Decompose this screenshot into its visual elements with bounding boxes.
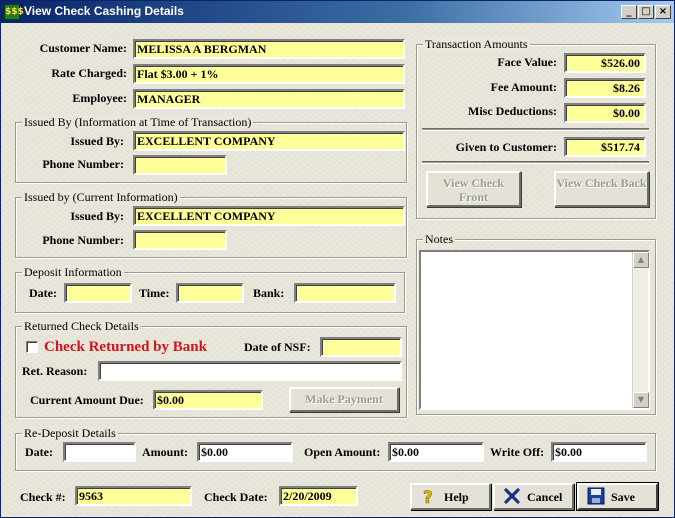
given-to-customer-field[interactable]: $517.74 bbox=[564, 137, 646, 157]
scroll-down-arrow-icon[interactable]: ▼ bbox=[633, 392, 649, 408]
returned-by-bank-label[interactable]: Check Returned by Bank bbox=[44, 339, 207, 356]
amount-due-field[interactable]: $0.00 bbox=[153, 390, 263, 410]
help-button[interactable]: ? Help bbox=[410, 483, 491, 510]
save-button[interactable]: Save bbox=[577, 483, 658, 510]
open-amount-label: Open Amount: bbox=[304, 445, 381, 459]
help-button-label: Help bbox=[444, 490, 469, 504]
redeposit-legend: Re-Deposit Details bbox=[22, 426, 118, 441]
returned-by-bank-checkbox[interactable] bbox=[26, 341, 38, 353]
redeposit-amount-field[interactable]: $0.00 bbox=[197, 442, 293, 462]
nsf-date-field[interactable] bbox=[320, 337, 402, 357]
make-payment-button[interactable]: Make Payment bbox=[289, 387, 399, 412]
open-amount-field[interactable]: $0.00 bbox=[388, 442, 484, 462]
maximize-button[interactable]: □ bbox=[638, 5, 654, 19]
write-off-label: Write Off: bbox=[490, 445, 545, 459]
phone-txn-label: Phone Number: bbox=[42, 157, 124, 171]
notes-scrollbar[interactable]: ▲ ▼ bbox=[632, 252, 649, 408]
rate-charged-field[interactable]: Flat $3.00 + 1% bbox=[133, 64, 405, 84]
scroll-up-arrow-icon[interactable]: ▲ bbox=[633, 252, 649, 268]
cancel-button-label: Cancel bbox=[527, 490, 563, 504]
window-title: View Check Cashing Details bbox=[24, 4, 184, 18]
issued-by-txn-field[interactable]: EXCELLENT COMPANY bbox=[133, 131, 405, 151]
customer-name-field[interactable]: MELISSA A BERGMAN bbox=[133, 39, 405, 59]
deposit-time-field[interactable] bbox=[176, 283, 244, 303]
view-check-back-button[interactable]: View Check Back bbox=[554, 171, 649, 207]
fee-amount-label: Fee Amount: bbox=[490, 80, 557, 94]
deposit-bank-field[interactable] bbox=[294, 283, 396, 303]
deposit-bank-label: Bank: bbox=[253, 286, 285, 300]
save-button-label: Save bbox=[611, 490, 635, 504]
title-bar[interactable]: $$$ View Check Cashing Details _ □ × bbox=[1, 1, 674, 23]
return-reason-label: Ret. Reason: bbox=[22, 364, 88, 378]
check-date-label: Check Date: bbox=[204, 490, 268, 504]
issued-by-current-label: Issued By: bbox=[70, 209, 124, 223]
floppy-disk-icon bbox=[587, 487, 605, 505]
phone-current-field[interactable] bbox=[133, 230, 227, 250]
rate-charged-label: Rate Charged: bbox=[51, 66, 127, 80]
cancel-button[interactable]: Cancel bbox=[493, 483, 574, 510]
redeposit-date-field[interactable] bbox=[63, 442, 136, 462]
minimize-button[interactable]: _ bbox=[621, 5, 637, 19]
misc-deductions-label: Misc Deductions: bbox=[468, 104, 557, 118]
issued-by-current-legend: Issued by (Current Information) bbox=[22, 190, 180, 205]
question-mark-icon: ? bbox=[423, 488, 433, 505]
transaction-separator-top bbox=[422, 128, 649, 131]
deposit-date-label: Date: bbox=[29, 286, 57, 300]
deposit-time-label: Time: bbox=[139, 286, 170, 300]
issued-by-current-field[interactable]: EXCELLENT COMPANY bbox=[133, 206, 405, 226]
issued-by-txn-label: Issued By: bbox=[70, 134, 124, 148]
employee-field[interactable]: MANAGER bbox=[133, 89, 405, 109]
deposit-info-legend: Deposit Information bbox=[22, 265, 124, 280]
employee-label: Employee: bbox=[72, 91, 127, 105]
view-check-front-button[interactable]: View Check Front bbox=[426, 171, 521, 207]
notes-legend: Notes bbox=[423, 232, 455, 247]
fee-amount-field[interactable]: $8.26 bbox=[564, 78, 646, 98]
close-button[interactable]: × bbox=[655, 5, 671, 19]
check-number-label: Check #: bbox=[20, 490, 66, 504]
redeposit-amount-label: Amount: bbox=[142, 445, 189, 459]
amount-due-label: Current Amount Due: bbox=[30, 393, 144, 407]
phone-txn-field[interactable] bbox=[133, 155, 227, 175]
phone-current-label: Phone Number: bbox=[42, 233, 124, 247]
face-value-field[interactable]: $526.00 bbox=[564, 53, 646, 73]
return-reason-field[interactable] bbox=[98, 361, 402, 381]
cancel-x-icon bbox=[504, 488, 520, 504]
customer-name-label: Customer Name: bbox=[39, 41, 127, 55]
given-to-customer-label: Given to Customer: bbox=[455, 140, 557, 154]
misc-deductions-field[interactable]: $0.00 bbox=[564, 103, 646, 123]
transaction-separator-bottom bbox=[422, 161, 649, 164]
notes-textarea[interactable]: ▲ ▼ bbox=[419, 250, 650, 410]
returned-check-legend: Returned Check Details bbox=[22, 319, 141, 334]
check-cashing-app-icon: $$$ bbox=[4, 4, 24, 20]
check-number-field[interactable]: 9563 bbox=[75, 486, 192, 506]
check-cashing-details-window: $$$ View Check Cashing Details _ □ × Cus… bbox=[0, 0, 675, 518]
deposit-date-field[interactable] bbox=[64, 283, 132, 303]
issued-by-txn-legend: Issued By (Information at Time of Transa… bbox=[22, 115, 254, 130]
nsf-date-label: Date of NSF: bbox=[244, 340, 311, 354]
check-date-field[interactable]: 2/20/2009 bbox=[279, 486, 358, 506]
write-off-field[interactable]: $0.00 bbox=[551, 442, 647, 462]
svg-text:?: ? bbox=[423, 488, 433, 505]
transaction-amounts-legend: Transaction Amounts bbox=[423, 37, 530, 52]
redeposit-date-label: Date: bbox=[25, 445, 53, 459]
face-value-label: Face Value: bbox=[497, 55, 557, 69]
